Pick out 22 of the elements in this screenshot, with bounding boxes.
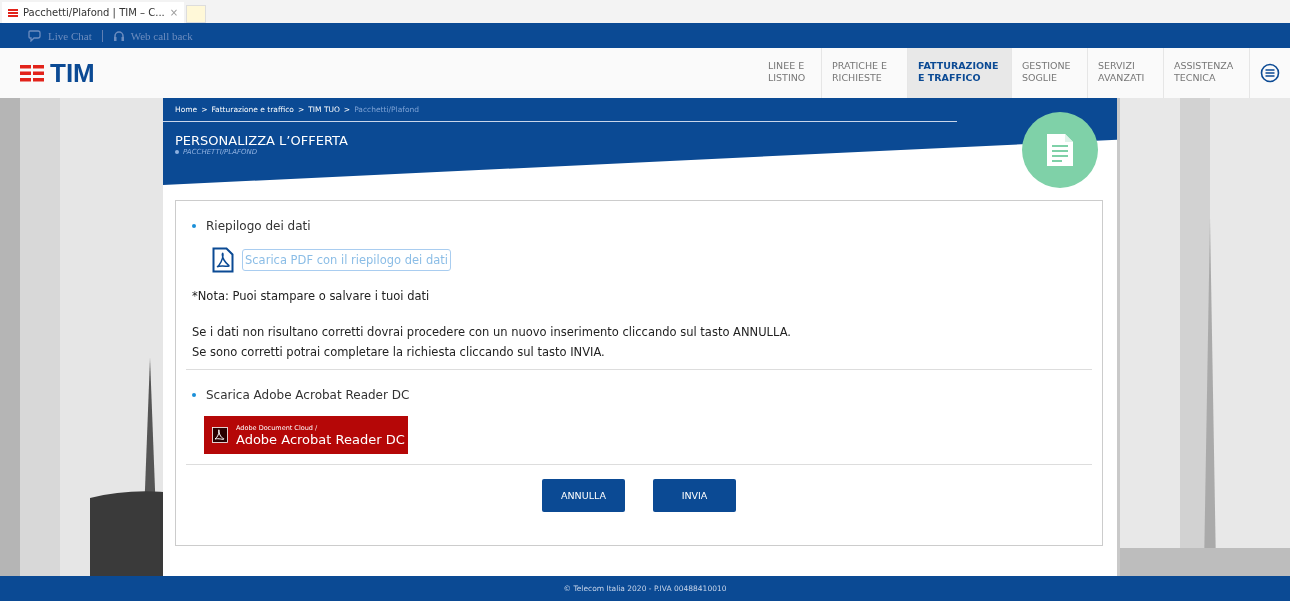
logo-icon bbox=[20, 64, 46, 82]
note-text: *Nota: Puoi stampare o salvare i tuoi dati bbox=[192, 289, 431, 303]
chat-icon bbox=[28, 29, 42, 42]
top-link[interactable]: Live Chat bbox=[18, 29, 102, 42]
section-heading: Riepilogo dei dati bbox=[206, 219, 311, 233]
logo-text: TIM bbox=[50, 57, 95, 89]
page-title: PERSONALIZZA L’OFFERTA bbox=[174, 132, 349, 148]
pdf-file-icon bbox=[212, 247, 234, 273]
nav-tab[interactable]: FATTURAZIONE E TRAFFICO bbox=[908, 48, 1012, 98]
action-button[interactable]: ANNULLA bbox=[542, 479, 625, 512]
browser-tab[interactable]: Pacchetti/Plafond | TIM – C... × bbox=[2, 2, 185, 23]
logo-icon bbox=[8, 8, 18, 17]
section-heading: Scarica Adobe Acrobat Reader DC bbox=[206, 388, 410, 402]
tab-title: Pacchetti/Plafond | TIM – C... bbox=[23, 7, 165, 18]
pdf-icon bbox=[212, 427, 228, 443]
headset-icon bbox=[112, 29, 125, 42]
action-button[interactable]: INVIA bbox=[653, 479, 736, 512]
close-icon[interactable]: × bbox=[169, 7, 179, 18]
menu-icon bbox=[1260, 63, 1280, 83]
instruction-text: Se sono corretti potrai completare la richiesta cliccando sul tasto INVIA. bbox=[192, 345, 606, 359]
top-link[interactable]: Web call back bbox=[101, 29, 203, 42]
instruction-text: Se i dati non risultano corretti dovrai procedere con un nuovo inserimento cliccando sul tasto ANNULLA. bbox=[192, 325, 792, 339]
